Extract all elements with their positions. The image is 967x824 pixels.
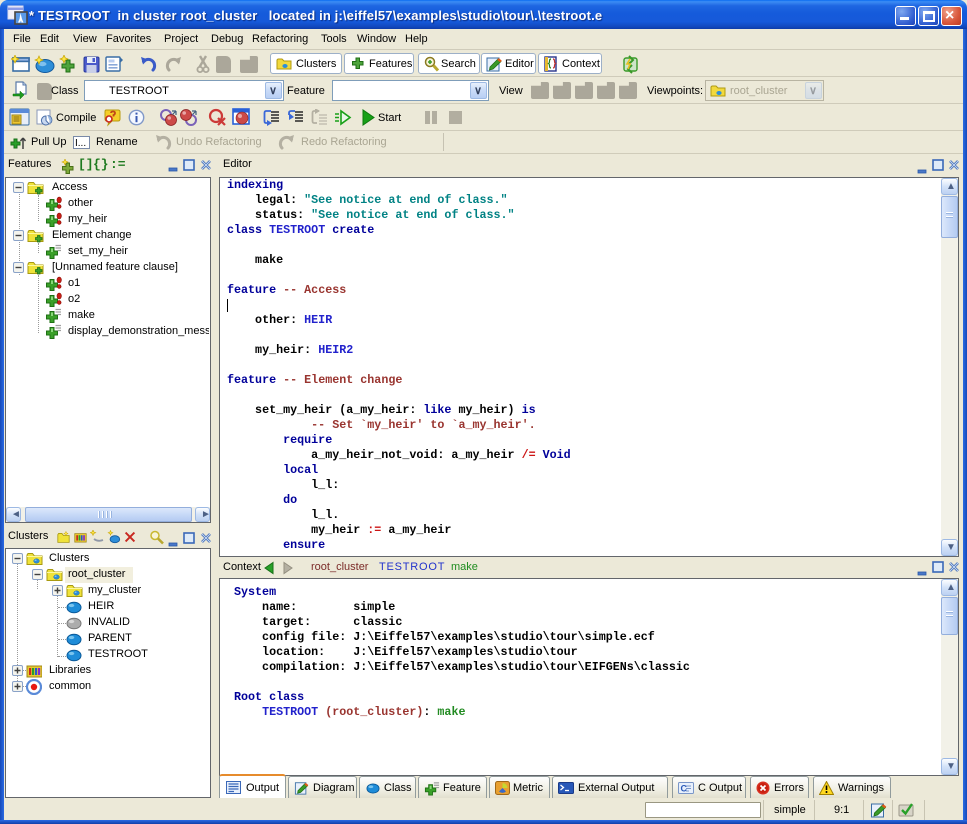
- svg-text:I...: I...: [75, 138, 86, 149]
